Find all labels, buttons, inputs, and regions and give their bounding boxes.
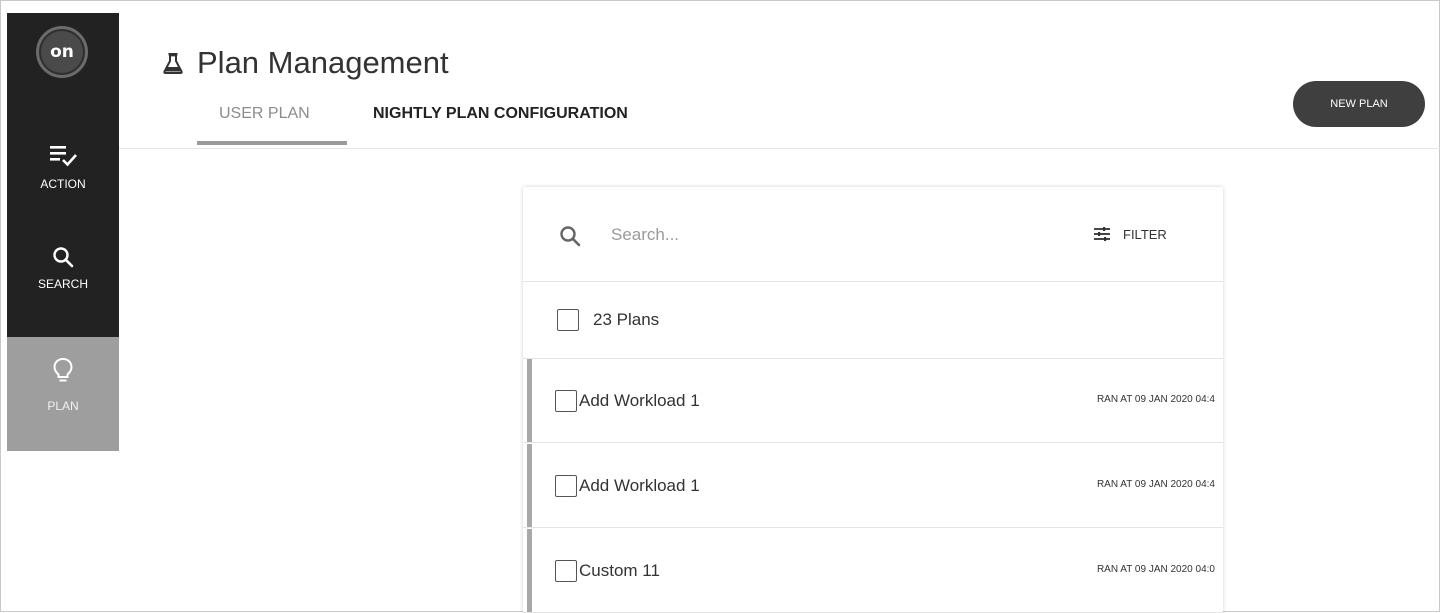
sidebar-item-search[interactable]: SEARCH <box>7 245 119 337</box>
search-icon <box>560 226 581 247</box>
plan-name: Add Workload 1 <box>579 475 700 495</box>
plan-status: RAN AT 09 JAN 2020 04:0 <box>1096 564 1215 575</box>
sidebar-item-label: PLAN <box>47 399 79 413</box>
logo[interactable]: on <box>36 26 88 78</box>
app-window: on ACTION SEARCH PLAN Plan Management US… <box>0 0 1440 613</box>
tab-user-plan[interactable]: USER PLAN <box>197 93 347 145</box>
plan-status: RAN AT 09 JAN 2020 04:4 <box>1096 479 1215 490</box>
search-bar: FILTER <box>523 187 1223 282</box>
page-header: Plan Management <box>163 43 449 83</box>
row-accent-bar <box>527 359 532 442</box>
new-plan-button[interactable]: NEW PLAN <box>1293 81 1425 127</box>
search-icon <box>53 247 74 268</box>
lightbulb-icon <box>53 357 73 382</box>
filter-button[interactable]: FILTER <box>1093 221 1167 247</box>
plan-name: Add Workload 1 <box>579 390 700 410</box>
plan-checkbox[interactable] <box>555 389 577 412</box>
filter-sliders-icon <box>1094 227 1110 241</box>
page-title: Plan Management <box>197 45 449 80</box>
plan-checkbox[interactable] <box>555 474 577 497</box>
plans-panel: FILTER 23 Plans Add Workload 1 RAN AT 09… <box>523 187 1223 613</box>
row-accent-bar <box>527 529 532 612</box>
tab-nightly-plan-configuration[interactable]: NIGHTLY PLAN CONFIGURATION <box>347 93 648 145</box>
sidebar: on ACTION SEARCH PLAN <box>7 13 119 451</box>
search-input[interactable] <box>611 221 991 249</box>
plan-row[interactable]: Add Workload 1 RAN AT 09 JAN 2020 04:4 <box>523 359 1223 443</box>
plan-status: RAN AT 09 JAN 2020 04:4 <box>1096 394 1215 405</box>
flask-icon <box>163 53 183 74</box>
select-all-checkbox[interactable] <box>557 309 579 331</box>
filter-label: FILTER <box>1123 226 1167 242</box>
plan-row[interactable]: Add Workload 1 RAN AT 09 JAN 2020 04:4 <box>523 444 1223 528</box>
plan-checkbox[interactable] <box>555 559 577 582</box>
plan-name: Custom 11 <box>579 560 660 580</box>
sidebar-item-label: ACTION <box>40 177 86 191</box>
select-all-row: 23 Plans <box>523 282 1223 359</box>
sidebar-item-action[interactable]: ACTION <box>7 143 119 235</box>
plans-count-label: 23 Plans <box>593 310 660 329</box>
plan-row[interactable]: Custom 11 RAN AT 09 JAN 2020 04:0 <box>523 529 1223 613</box>
row-accent-bar <box>527 444 532 527</box>
action-list-check-icon <box>50 146 77 167</box>
tab-bar: USER PLAN NIGHTLY PLAN CONFIGURATION <box>197 93 648 145</box>
sidebar-item-plan[interactable]: PLAN <box>7 337 119 451</box>
sidebar-item-label: SEARCH <box>37 277 88 291</box>
logo-text: on <box>50 42 74 62</box>
header-divider <box>119 148 1440 149</box>
